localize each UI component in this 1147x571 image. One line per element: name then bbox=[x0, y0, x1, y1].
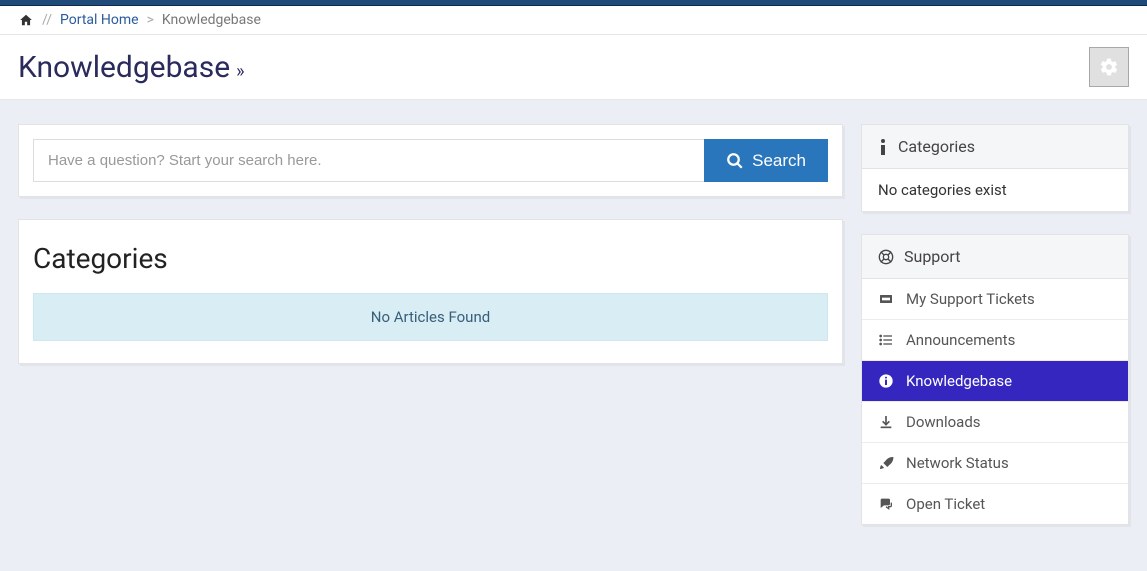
sidebar-item-announcements[interactable]: Announcements bbox=[862, 320, 1128, 360]
sidebar-support-list: My Support Tickets Announcements bbox=[862, 279, 1128, 524]
search-panel: Search bbox=[18, 124, 843, 197]
categories-panel: Categories No Articles Found bbox=[18, 219, 843, 364]
breadcrumb: // Portal Home > Knowledgebase bbox=[0, 6, 1147, 35]
content: Search Categories No Articles Found Cate… bbox=[0, 100, 1147, 571]
search-button-label: Search bbox=[752, 151, 806, 171]
sidebar-item-label: Open Ticket bbox=[906, 495, 985, 513]
sidebar-item-label: Knowledgebase bbox=[906, 372, 1012, 390]
sidebar-item-label: Announcements bbox=[906, 331, 1015, 349]
sidebar-categories-body: No categories exist bbox=[862, 169, 1128, 211]
sidebar-item-downloads[interactable]: Downloads bbox=[862, 402, 1128, 442]
sidebar-categories-title: Categories bbox=[898, 137, 975, 156]
sidebar-item-label: Network Status bbox=[906, 454, 1009, 472]
sidebar-categories-header: Categories bbox=[862, 125, 1128, 169]
breadcrumb-chevron: > bbox=[147, 12, 154, 28]
info-icon bbox=[878, 139, 888, 155]
search-button[interactable]: Search bbox=[704, 139, 828, 182]
home-icon[interactable] bbox=[18, 13, 34, 27]
gear-icon bbox=[1099, 57, 1119, 77]
sidebar-item-my-support-tickets[interactable]: My Support Tickets bbox=[862, 279, 1128, 319]
sidebar-categories-panel: Categories No categories exist bbox=[861, 124, 1129, 212]
download-icon bbox=[878, 414, 894, 430]
page-title: Knowledgebase » bbox=[18, 50, 245, 85]
page-title-text: Knowledgebase bbox=[18, 50, 230, 85]
double-chevron-icon: » bbox=[236, 61, 244, 82]
main-column: Search Categories No Articles Found bbox=[18, 124, 843, 547]
breadcrumb-home-link[interactable]: Portal Home bbox=[60, 12, 139, 28]
list-icon bbox=[878, 332, 894, 348]
sidebar-item-label: Downloads bbox=[906, 413, 981, 431]
title-row: Knowledgebase » bbox=[0, 35, 1147, 100]
sidebar-item-label: My Support Tickets bbox=[906, 290, 1035, 308]
info-circle-icon bbox=[878, 373, 894, 389]
ticket-icon bbox=[878, 291, 894, 307]
sidebar-item-network-status[interactable]: Network Status bbox=[862, 443, 1128, 483]
sidebar-support-title: Support bbox=[904, 247, 960, 266]
sidebar-support-panel: Support My Support Tickets bbox=[861, 234, 1129, 525]
lifebuoy-icon bbox=[878, 249, 894, 265]
search-icon bbox=[726, 152, 744, 170]
sidebar-item-open-ticket[interactable]: Open Ticket bbox=[862, 484, 1128, 524]
breadcrumb-sep: // bbox=[42, 12, 52, 28]
settings-button[interactable] bbox=[1089, 47, 1129, 87]
sidebar-support-header: Support bbox=[862, 235, 1128, 279]
comments-icon bbox=[878, 496, 894, 512]
breadcrumb-current: Knowledgebase bbox=[162, 12, 261, 28]
categories-heading: Categories bbox=[33, 242, 828, 275]
no-articles-alert: No Articles Found bbox=[33, 293, 828, 341]
rocket-icon bbox=[878, 455, 894, 471]
sidebar-item-knowledgebase[interactable]: Knowledgebase bbox=[862, 361, 1128, 401]
side-column: Categories No categories exist Support M… bbox=[861, 124, 1129, 547]
search-input[interactable] bbox=[33, 139, 704, 182]
